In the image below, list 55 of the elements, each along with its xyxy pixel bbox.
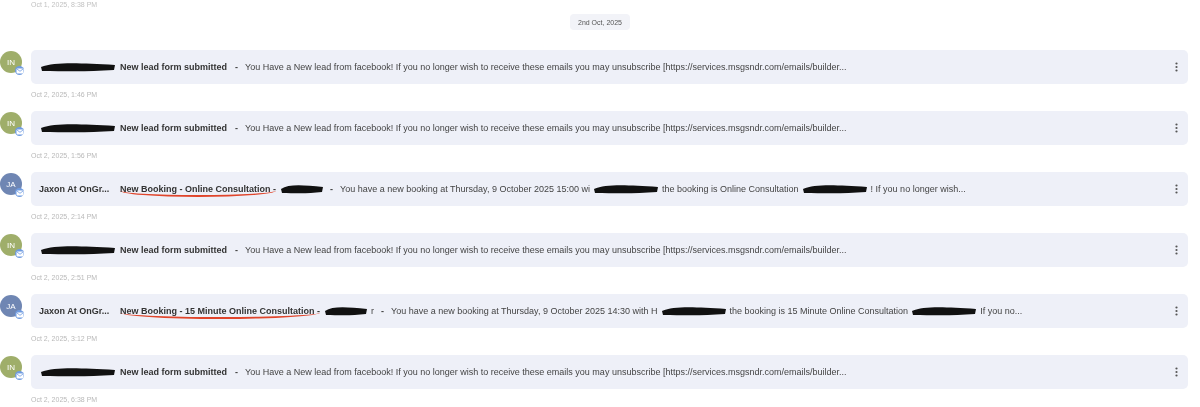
message-row[interactable]: Jaxon At OnGr... New Booking - 15 Minute Online Consultation - r - You have a new booking at Thursday, 9 October 2025 14:30 with H the booking is 15 Minute Online Consultation If you no... [31, 294, 1188, 328]
sender-name: Jaxon At OnGr... [39, 184, 110, 194]
message-subject: New Booking - 15 Minute Online Consultation - [120, 306, 320, 319]
mail-icon [15, 249, 24, 258]
message-preview: the booking is 15 Minute Online Consultation [729, 306, 909, 316]
separator-dash: - [330, 184, 333, 194]
message-preview: ! If you no longer wish... [870, 184, 966, 194]
redaction-mark [324, 305, 368, 317]
separator-dash: - [381, 306, 384, 316]
message-preview: You Have a New lead from facebook! If you no longer wish to receive these emails you may unsubscribe [https://services.msgsndr.com/emails/builder... [245, 245, 847, 255]
redaction-mark [911, 305, 978, 317]
separator-dash: - [235, 123, 238, 133]
message-row[interactable]: New lead form submitted - You Have a New lead from facebook! If you no longer wish to receive these emails you may unsubscribe [https://services.msgsndr.com/emails/builder... [31, 111, 1188, 145]
more-icon[interactable] [1175, 245, 1178, 255]
message-preview: If you no... [980, 306, 1023, 316]
avatar: IN [0, 356, 22, 378]
message-preview: You Have a New lead from facebook! If you no longer wish to receive these emails you may unsubscribe [https://services.msgsndr.com/emails/builder... [245, 367, 847, 377]
more-icon[interactable] [1175, 123, 1178, 133]
avatar: IN [0, 51, 22, 73]
separator-dash: - [235, 62, 238, 72]
more-icon[interactable] [1175, 62, 1178, 72]
mail-icon [15, 371, 24, 380]
avatar: IN [0, 112, 22, 134]
redaction-mark [660, 305, 727, 317]
message-subject: New Booking - Online Consultation - [120, 184, 276, 197]
more-icon[interactable] [1175, 306, 1178, 316]
subject-text: r [371, 306, 374, 316]
message-preview: You Have a New lead from facebook! If you no longer wish to receive these emails you may unsubscribe [https://services.msgsndr.com/emails/builder... [245, 62, 847, 72]
mail-icon [15, 127, 24, 136]
separator-dash: - [235, 245, 238, 255]
redaction-mark [593, 183, 659, 195]
message-subject: New lead form submitted [120, 122, 227, 134]
message-subject: New lead form submitted [120, 244, 227, 256]
avatar: JA [0, 173, 22, 195]
message-preview: You have a new booking at Thursday, 9 October 2025 15:00 wi [340, 184, 590, 194]
message-row[interactable]: New lead form submitted - You Have a New lead from facebook! If you no longer wish to receive these emails you may unsubscribe [https://services.msgsndr.com/emails/builder... [31, 355, 1188, 389]
mail-icon [15, 188, 24, 197]
message-preview: the booking is Online Consultation [662, 184, 799, 194]
sender-name: Jaxon At OnGr... [39, 306, 110, 316]
message-preview: You have a new booking at Thursday, 9 October 2025 14:30 with H [391, 306, 658, 316]
redaction-mark [801, 183, 868, 195]
avatar: IN [0, 234, 22, 256]
message-subject: New lead form submitted [120, 366, 227, 378]
message-preview: You Have a New lead from facebook! If you no longer wish to receive these emails you may unsubscribe [https://services.msgsndr.com/emails/builder... [245, 123, 847, 133]
more-icon[interactable] [1175, 367, 1178, 377]
redaction-mark [280, 183, 324, 195]
message-row[interactable]: New lead form submitted - You Have a New lead from facebook! If you no longer wish to receive these emails you may unsubscribe [https://services.msgsndr.com/emails/builder... [31, 50, 1188, 84]
mail-icon [15, 310, 24, 319]
mail-icon [15, 66, 24, 75]
avatar: JA [0, 295, 22, 317]
message-subject: New lead form submitted [120, 61, 227, 73]
message-row[interactable]: Jaxon At OnGr... New Booking - Online Consultation - - You have a new booking at Thursday, 9 October 2025 15:00 wi the booking is Online Consultation ! If you no longer wish... [31, 172, 1188, 206]
message-row[interactable]: New lead form submitted - You Have a New lead from facebook! If you no longer wish to receive these emails you may unsubscribe [https://services.msgsndr.com/emails/builder... [31, 233, 1188, 267]
separator-dash: - [235, 367, 238, 377]
more-icon[interactable] [1175, 184, 1178, 194]
